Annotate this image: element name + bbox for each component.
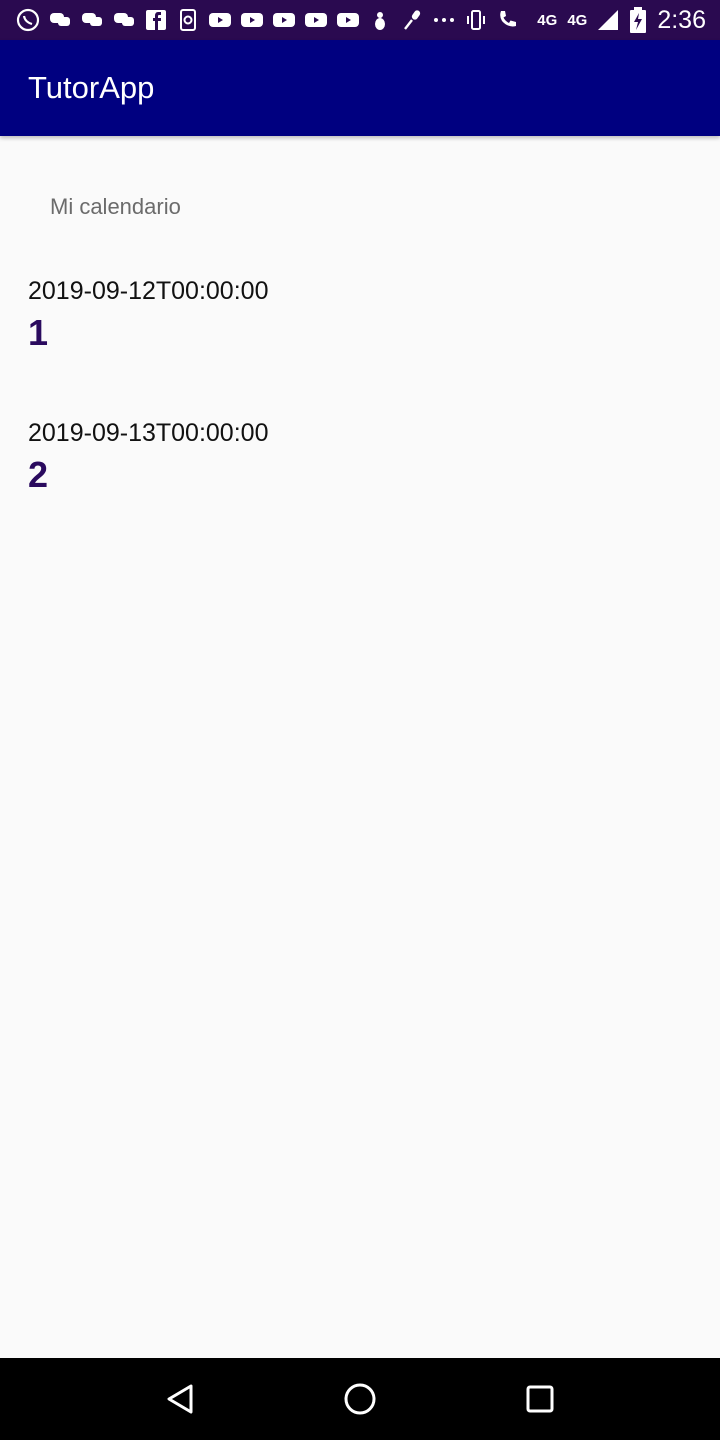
youtube-icon — [337, 13, 359, 27]
recents-button[interactable] — [516, 1375, 564, 1423]
app-title: TutorApp — [28, 70, 155, 105]
notification-icons — [16, 8, 537, 32]
status-bar: 4G 4G 2:36 — [0, 0, 720, 40]
mic-icon — [404, 10, 421, 30]
youtube-icon — [209, 13, 231, 27]
item-value: 1 — [28, 312, 49, 353]
recents-square-icon — [526, 1385, 554, 1413]
item-date: 2019-09-13T00:00:00 — [28, 419, 269, 447]
list-item[interactable]: 2019-09-12T00:00:00 1 — [28, 276, 628, 356]
signal-icon — [598, 10, 619, 30]
back-button[interactable] — [156, 1375, 204, 1423]
phone-chat-icon — [180, 9, 196, 31]
app-bar: TutorApp — [0, 40, 720, 136]
messenger-icon — [114, 13, 134, 26]
messenger-icon — [82, 13, 102, 26]
facebook-icon — [146, 10, 166, 30]
whatsapp-icon — [16, 8, 40, 32]
more-icon — [434, 18, 454, 22]
network-type: 4G — [567, 11, 588, 29]
clock: 2:36 — [657, 5, 706, 34]
back-triangle-icon — [167, 1384, 193, 1414]
main-content: Mi calendario 2019-09-12T00:00:00 1 2019… — [0, 136, 720, 1358]
list-item[interactable]: 2019-09-13T00:00:00 2 — [28, 418, 628, 498]
youtube-icon — [241, 13, 263, 27]
network-type-small: 4G — [537, 11, 558, 29]
battery-charging-icon — [630, 7, 647, 33]
youtube-icon — [305, 13, 327, 27]
item-date: 2019-09-12T00:00:00 — [28, 277, 269, 305]
messenger-icon — [50, 13, 70, 26]
bug-icon — [375, 12, 385, 30]
home-button[interactable] — [336, 1375, 384, 1423]
item-value: 2 — [28, 454, 49, 495]
vibrate-icon — [467, 10, 485, 30]
wifi-call-icon — [500, 11, 516, 27]
navigation-bar — [0, 1358, 720, 1440]
youtube-icon — [273, 13, 295, 27]
home-circle-icon — [344, 1383, 376, 1415]
status-right: 4G 4G 2:36 — [537, 6, 706, 35]
section-label: Mi calendario — [50, 194, 181, 219]
